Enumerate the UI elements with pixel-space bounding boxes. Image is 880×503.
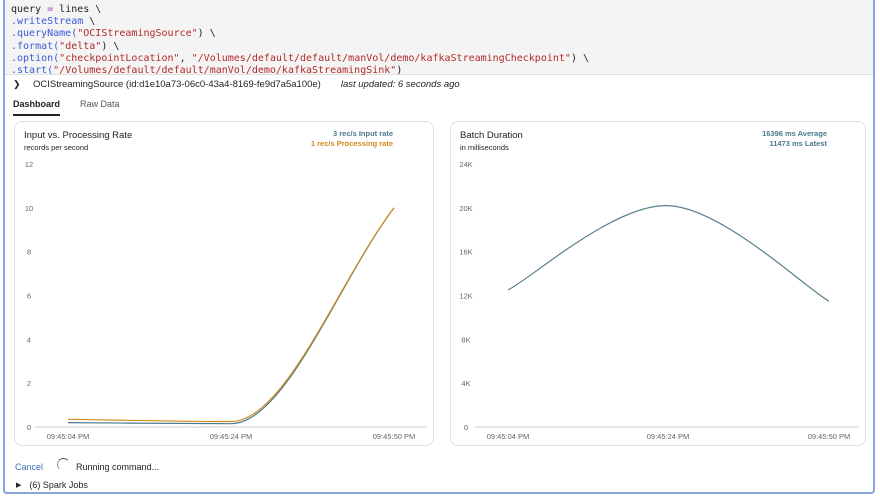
spark-jobs-label: (6) Spark Jobs — [29, 480, 88, 490]
command-status: Cancel Running command... — [15, 458, 160, 473]
code-line: .format("delta") \ — [11, 41, 873, 53]
y-tick-label: 2 — [27, 379, 31, 388]
cancel-button[interactable]: Cancel — [15, 462, 43, 472]
code-token: \ — [83, 16, 96, 28]
code-token: ) \ — [197, 28, 216, 40]
stream-header: ❯ OCIStreamingSource (id:d1e10a73-06c0-4… — [13, 79, 460, 90]
code-token: .queryName( — [11, 28, 78, 40]
series-line-input-rate — [67, 207, 395, 425]
y-tick-label: 20K — [459, 204, 472, 213]
y-tick-label: 12K — [459, 292, 472, 301]
code-line: .option("checkpointLocation", "/Volumes/… — [11, 53, 873, 65]
stream-name: OCIStreamingSource (id:d1e10a73-06c0-43a… — [33, 79, 321, 90]
y-tick-label: 8K — [461, 335, 470, 344]
tab-dashboard[interactable]: Dashboard — [13, 99, 61, 116]
chevron-down-icon[interactable]: ❯ — [13, 79, 23, 90]
legend-input-rate: 3 rec/s Input rate — [332, 129, 393, 138]
y-tick-label: 6 — [27, 292, 31, 301]
y-tick-label: 12 — [25, 160, 33, 169]
chart-title: Input vs. Processing Rate — [24, 130, 133, 141]
code-token: ) — [396, 65, 403, 77]
code-token: "checkpointLocation" — [59, 52, 180, 64]
code-line: .start("/Volumes/default/default/manVol/… — [11, 65, 873, 77]
y-tick-label: 4K — [461, 379, 470, 388]
x-tick-label: 09:45:04 PM — [487, 432, 530, 441]
code-token: "/Volumes/default/default/manVol/demo/ka… — [53, 65, 397, 77]
code-token: lines \ — [53, 4, 102, 15]
code-token: "delta" — [59, 40, 102, 52]
chart-legend: 3 rec/s Input rate 1 rec/s Processing ra… — [311, 129, 393, 149]
y-tick-label: 8 — [27, 248, 31, 257]
spark-jobs-toggle[interactable]: ▶ (6) Spark Jobs — [16, 480, 88, 490]
spinner-icon — [57, 458, 71, 471]
code-token: .start( — [11, 65, 54, 77]
code-token: "/Volumes/default/default/manVol/demo/ka… — [191, 52, 571, 64]
code-token: .format( — [11, 40, 60, 52]
input-processing-rate-chart: 0 2 4 6 8 10 12 09:45:04 PM 09:45:24 PM 09:45:50 … — [14, 121, 434, 446]
legend-latest: 11473 ms Latest — [769, 139, 827, 148]
chart-legend: 16396 ms Average 11473 ms Latest — [762, 129, 827, 149]
code-editor[interactable]: query = lines \ .writeStream \ .queryName(… — [5, 0, 873, 77]
y-tick-label: 16K — [459, 248, 472, 257]
chart-subtitle: in milliseconds — [460, 143, 509, 152]
tab-raw-data[interactable]: Raw Data — [80, 99, 120, 116]
series-line-processing-rate — [67, 207, 395, 423]
code-token: .option( — [11, 52, 60, 64]
x-tick-label: 09:45:50 PM — [373, 432, 416, 441]
code-line: .queryName("OCIStreamingSource") \ — [11, 28, 873, 40]
x-tick-label: 09:45:24 PM — [210, 432, 253, 441]
y-tick-label: 0 — [464, 423, 468, 432]
series-line-duration — [507, 205, 830, 302]
batch-duration-chart: 0 4K 8K 12K 16K 20K 24K 09:45:04 PM 09:45:24 PM 0… — [450, 121, 866, 446]
legend-average: 16396 ms Average — [762, 129, 827, 138]
x-tick-label: 09:45:24 PM — [647, 432, 690, 441]
y-tick-label: 24K — [459, 160, 472, 169]
code-token: .writeStream — [11, 16, 84, 28]
x-tick-label: 09:45:04 PM — [47, 432, 90, 441]
code-token: ) \ — [570, 52, 589, 64]
code-line: query = lines \ — [11, 4, 873, 16]
code-token: , — [179, 52, 192, 64]
x-tick-label: 09:45:50 PM — [808, 432, 851, 441]
tab-bar: Dashboard Raw Data — [13, 99, 120, 116]
chart-title: Batch Duration — [460, 130, 523, 141]
status-text: Running command... — [76, 461, 160, 472]
y-tick-label: 0 — [27, 423, 31, 432]
y-tick-label: 10 — [25, 204, 33, 213]
chart-subtitle: records per second — [24, 143, 89, 152]
caret-right-icon: ▶ — [16, 482, 22, 489]
code-token: ) \ — [101, 40, 120, 52]
code-token: query — [11, 4, 48, 15]
legend-processing-rate: 1 rec/s Processing rate — [310, 139, 393, 148]
y-tick-label: 4 — [27, 335, 31, 344]
code-token: "OCIStreamingSource" — [77, 28, 198, 40]
last-updated: last updated: 6 seconds ago — [340, 79, 460, 90]
code-line: .writeStream \ — [11, 16, 873, 28]
